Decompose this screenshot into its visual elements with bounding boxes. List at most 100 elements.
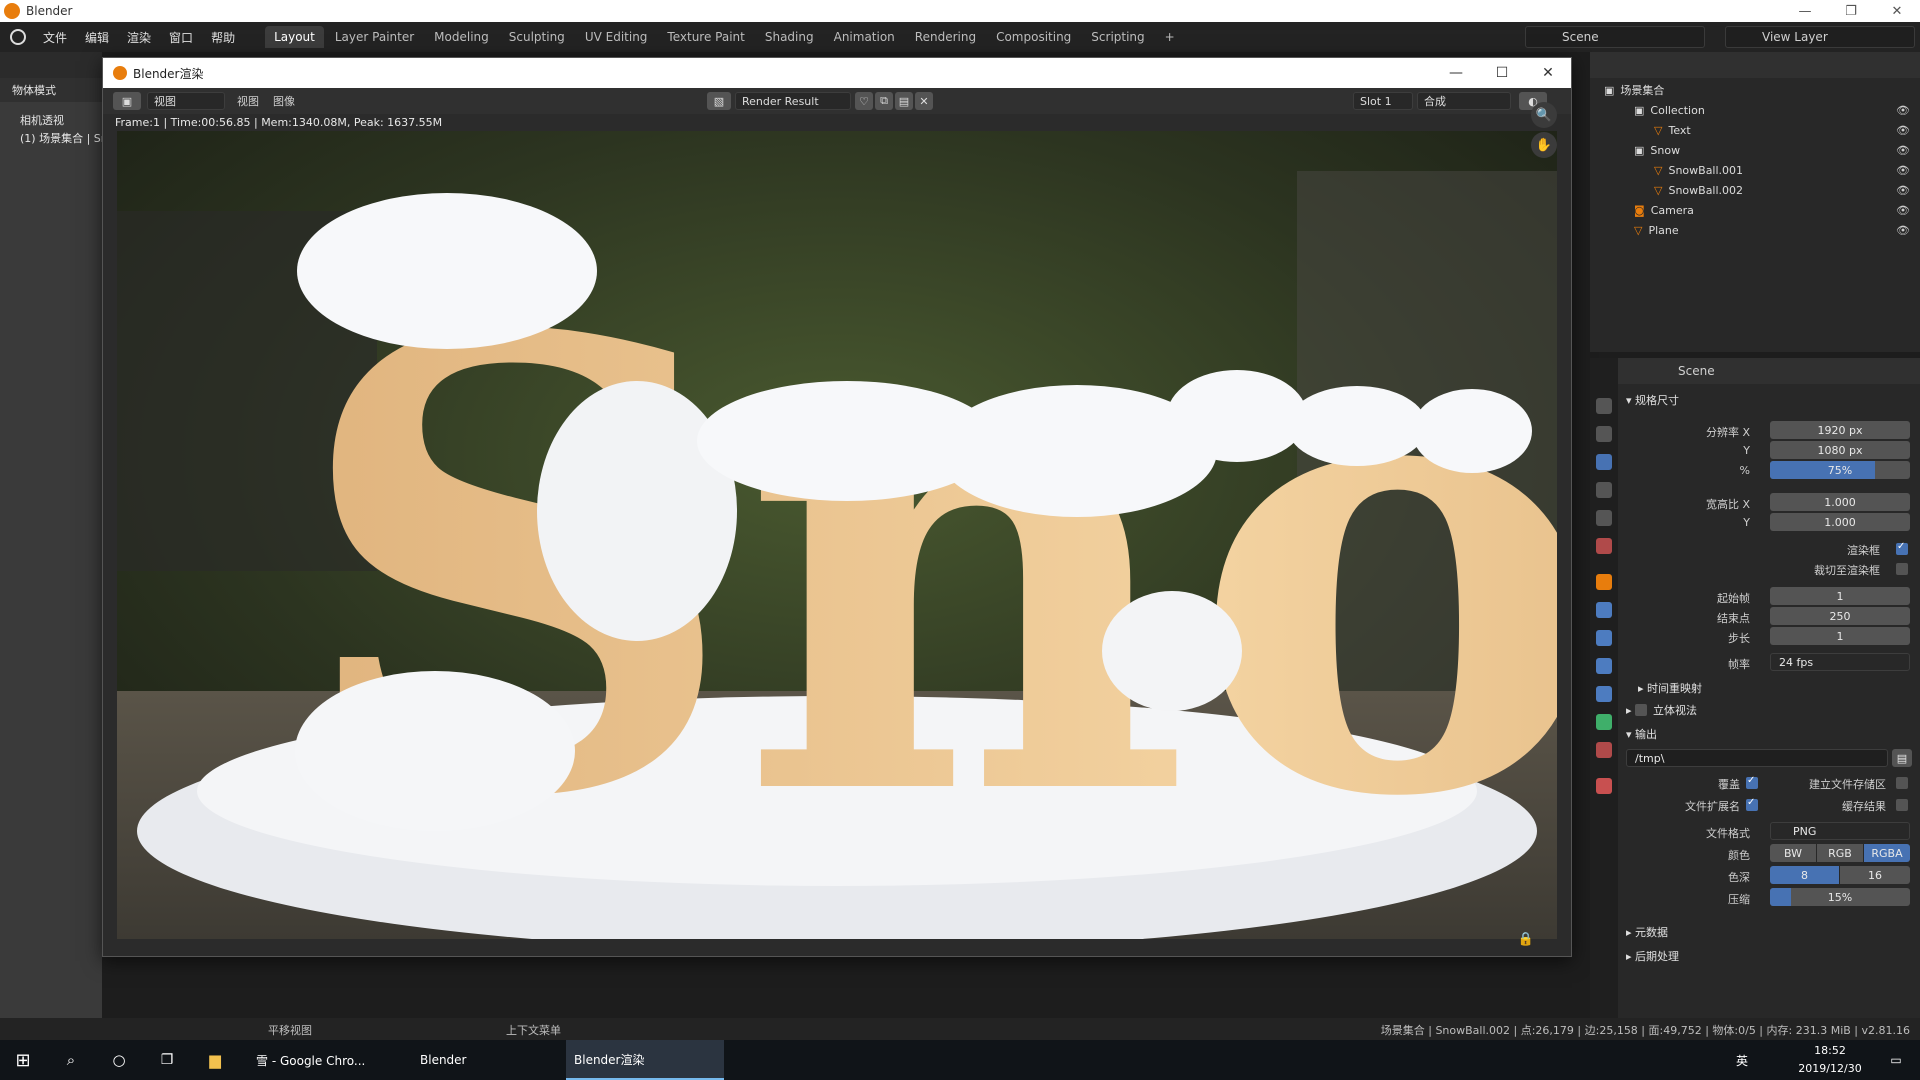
menu-window[interactable]: 窗口 <box>160 29 202 46</box>
aspect-y-field[interactable]: 1.000 <box>1770 513 1910 531</box>
menu-image[interactable]: 图像 <box>273 93 295 109</box>
render-tab-icon[interactable] <box>1596 426 1612 442</box>
visibility-eye-icon[interactable]: 👁 <box>1896 124 1910 137</box>
pass-dropdown[interactable]: 合成 <box>1417 92 1511 110</box>
view-layer-tab-icon[interactable] <box>1596 482 1612 498</box>
fps-dropdown[interactable]: 24 fps <box>1770 653 1910 671</box>
file-explorer-icon[interactable]: ▆ <box>192 1040 238 1080</box>
output-section-header[interactable]: ▾ 输出 <box>1626 726 1657 742</box>
visibility-eye-icon[interactable]: 👁 <box>1896 104 1910 117</box>
frame-start-field[interactable]: 1 <box>1770 587 1910 605</box>
stereoscopy-section-header[interactable]: ▸ 立体视法 <box>1626 702 1697 718</box>
post-processing-section-header[interactable]: ▸ 后期处理 <box>1626 948 1679 964</box>
res-pct-slider[interactable]: 75% <box>1770 461 1910 479</box>
view-layer-selector[interactable]: View Layer <box>1725 26 1915 48</box>
object-mode-selector[interactable]: 物体模式 <box>0 78 102 102</box>
fake-user-icon[interactable]: ♡ <box>855 92 873 110</box>
folder-browse-icon[interactable]: ▤ <box>1892 749 1912 767</box>
tab-uv-editing[interactable]: UV Editing <box>576 26 657 48</box>
crop-border-checkbox[interactable] <box>1896 563 1908 575</box>
scene-tab-icon[interactable] <box>1596 510 1612 526</box>
file-extensions-checkbox[interactable] <box>1746 797 1758 811</box>
modifier-tab-icon[interactable] <box>1596 602 1612 618</box>
render-minimize-button[interactable]: — <box>1433 58 1479 88</box>
outliner-item-snowball-002[interactable]: ▽ SnowBall.002 👁 <box>1590 180 1920 200</box>
outliner-item-snow[interactable]: ▣ Snow 👁 <box>1590 140 1920 160</box>
tab-layout[interactable]: Layout <box>265 26 324 48</box>
menu-file[interactable]: 文件 <box>34 29 76 46</box>
object-tab-icon[interactable] <box>1596 574 1612 590</box>
outliner-root[interactable]: ▣ 场景集合 <box>1590 80 1920 100</box>
stereoscopy-checkbox[interactable] <box>1635 704 1648 716</box>
frame-step-field[interactable]: 1 <box>1770 627 1910 645</box>
res-y-field[interactable]: 1080 px <box>1770 441 1910 459</box>
tab-modeling[interactable]: Modeling <box>425 26 498 48</box>
clock-date[interactable]: 2019/12/30 <box>1790 1062 1870 1075</box>
menu-render[interactable]: 渲染 <box>118 29 160 46</box>
blender-menu-icon[interactable] <box>10 29 26 45</box>
tab-scripting[interactable]: Scripting <box>1082 26 1153 48</box>
tab-texture-paint[interactable]: Texture Paint <box>658 26 753 48</box>
depth-16-button[interactable]: 16 <box>1840 866 1910 884</box>
image-name-field[interactable]: Render Result <box>735 92 851 110</box>
color-rgb-button[interactable]: RGB <box>1817 844 1863 862</box>
editor-type-button[interactable]: ▣ <box>113 92 141 110</box>
ime-indicator[interactable]: 英 <box>1730 1040 1754 1080</box>
physics-tab-icon[interactable] <box>1596 658 1612 674</box>
texture-tab-icon[interactable] <box>1596 778 1612 794</box>
visibility-eye-icon[interactable]: 👁 <box>1896 164 1910 177</box>
scene-selector[interactable]: Scene <box>1525 26 1705 48</box>
os-minimize-button[interactable]: — <box>1782 0 1828 22</box>
render-close-button[interactable]: ✕ <box>1525 58 1571 88</box>
cortana-icon[interactable]: ○ <box>96 1040 142 1080</box>
windows-start-icon[interactable]: ⊞ <box>0 1040 46 1080</box>
image-browse-button[interactable]: ▧ <box>707 92 731 110</box>
outliner-item-plane[interactable]: ▽ Plane 👁 <box>1590 220 1920 240</box>
tab-animation[interactable]: Animation <box>825 26 904 48</box>
open-image-icon[interactable]: ▤ <box>895 92 913 110</box>
task-view-icon[interactable]: ❐ <box>144 1040 190 1080</box>
world-tab-icon[interactable] <box>1596 538 1612 554</box>
new-image-icon[interactable]: ⧉ <box>875 92 893 110</box>
zoom-icon[interactable]: 🔍 <box>1531 102 1557 128</box>
view-mode-dropdown[interactable]: 视图 <box>147 92 225 110</box>
render-result-image[interactable]: Snow <box>117 131 1557 939</box>
3d-viewport[interactable] <box>0 52 102 1022</box>
outliner-item-camera[interactable]: ◙ Camera 👁 <box>1590 200 1920 220</box>
overwrite-checkbox[interactable] <box>1746 775 1758 789</box>
unlink-icon[interactable]: ✕ <box>915 92 933 110</box>
taskbar-blender[interactable]: Blender <box>412 1040 562 1080</box>
menu-edit[interactable]: 编辑 <box>76 29 118 46</box>
outliner-item-snowball-001[interactable]: ▽ SnowBall.001 👁 <box>1590 160 1920 180</box>
constraints-tab-icon[interactable] <box>1596 686 1612 702</box>
tab-compositing[interactable]: Compositing <box>987 26 1080 48</box>
output-tab-icon[interactable] <box>1596 454 1612 470</box>
menu-help[interactable]: 帮助 <box>202 29 244 46</box>
tab-shading[interactable]: Shading <box>756 26 823 48</box>
tab-rendering[interactable]: Rendering <box>906 26 985 48</box>
compression-slider[interactable]: 15% <box>1770 888 1910 906</box>
slot-dropdown[interactable]: Slot 1 <box>1353 92 1413 110</box>
lock-icon[interactable]: 🔒 <box>1513 926 1539 952</box>
res-x-field[interactable]: 1920 px <box>1770 421 1910 439</box>
os-restore-button[interactable]: ❐ <box>1828 0 1874 22</box>
notification-icon[interactable]: ▭ <box>1876 1040 1916 1080</box>
add-workspace-button[interactable]: + <box>1156 26 1184 48</box>
cache-result-checkbox[interactable] <box>1896 799 1908 811</box>
clock-time[interactable]: 18:52 <box>1790 1044 1870 1057</box>
aspect-x-field[interactable]: 1.000 <box>1770 493 1910 511</box>
tab-layer-painter[interactable]: Layer Painter <box>326 26 423 48</box>
tool-tab-icon[interactable] <box>1596 398 1612 414</box>
visibility-eye-icon[interactable]: 👁 <box>1896 224 1910 237</box>
visibility-eye-icon[interactable]: 👁 <box>1896 204 1910 217</box>
outliner-item-text[interactable]: ▽ Text 👁 <box>1590 120 1920 140</box>
color-bw-button[interactable]: BW <box>1770 844 1816 862</box>
file-format-dropdown[interactable]: PNG <box>1770 822 1910 840</box>
menu-view[interactable]: 视图 <box>237 93 259 109</box>
tab-sculpting[interactable]: Sculpting <box>500 26 574 48</box>
material-tab-icon[interactable] <box>1596 742 1612 758</box>
metadata-section-header[interactable]: ▸ 元数据 <box>1626 924 1668 940</box>
output-path-field[interactable]: /tmp\ <box>1626 749 1888 767</box>
visibility-eye-icon[interactable]: 👁 <box>1896 184 1910 197</box>
placeholders-checkbox[interactable] <box>1896 777 1908 789</box>
